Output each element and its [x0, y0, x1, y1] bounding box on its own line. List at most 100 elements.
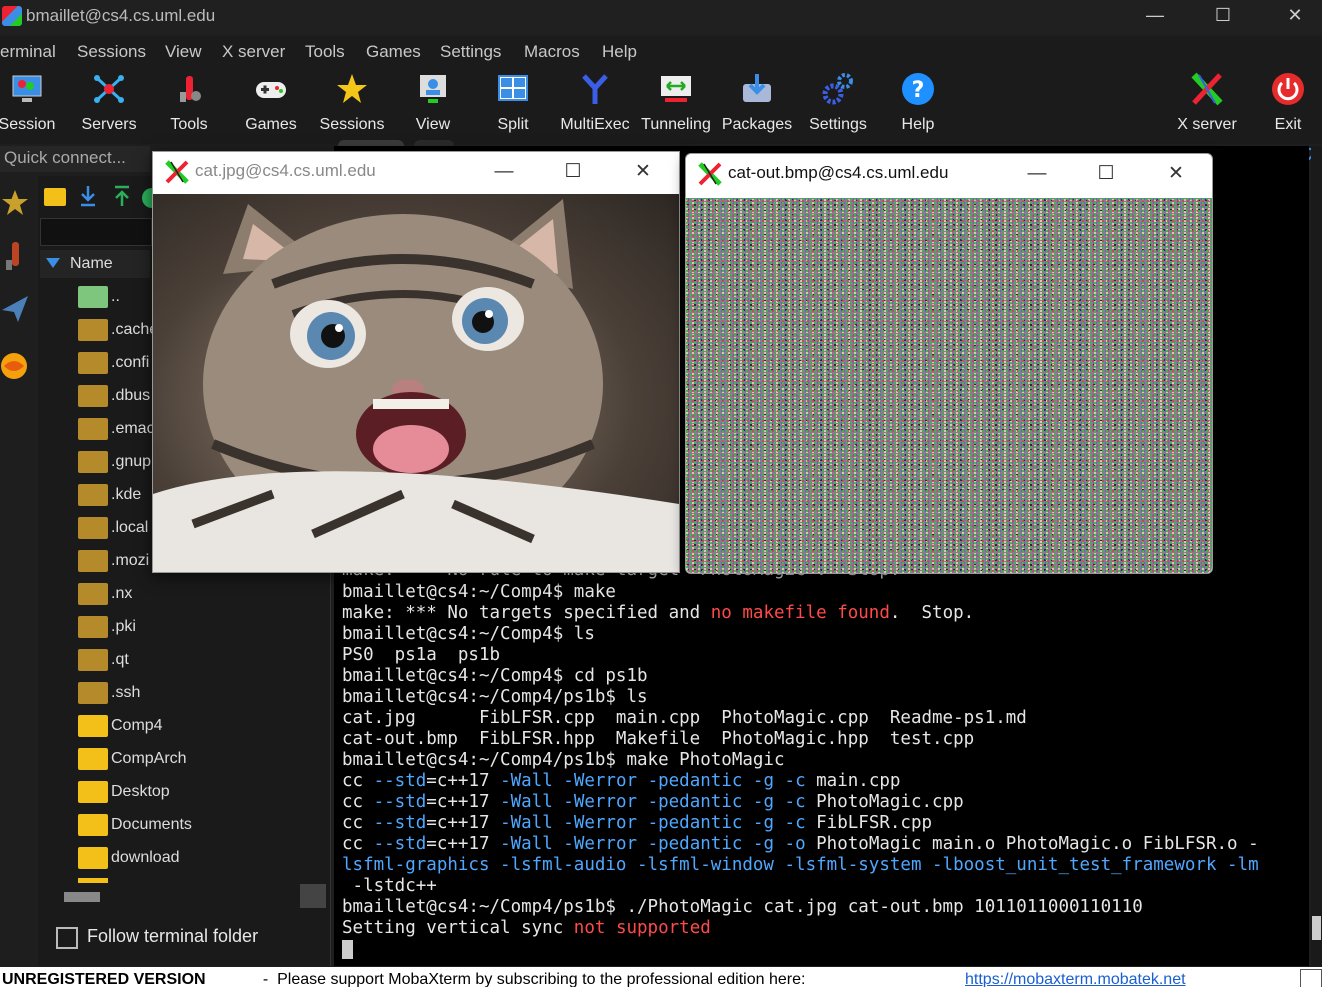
xwindow-cat-jpg[interactable]: cat.jpg@cs4.cs.uml.edu — ☐ ✕: [152, 151, 680, 573]
mobatek-link[interactable]: https://mobaxterm.mobatek.net: [965, 971, 1186, 987]
minimize-button[interactable]: —: [1132, 0, 1178, 32]
terminal-line: lsfml-graphics -lsfml-audio -lsfml-windo…: [342, 855, 1259, 875]
toolbar-tunneling-button[interactable]: Tunneling: [635, 72, 717, 134]
terminal-scrollbar[interactable]: [1311, 146, 1322, 966]
list-item[interactable]: download: [38, 843, 300, 876]
toolbar-session-button[interactable]: Session: [0, 72, 68, 134]
maximize-button[interactable]: ☐: [550, 156, 596, 188]
folder-icon: [78, 715, 108, 737]
folder-icon: [78, 748, 108, 770]
close-button[interactable]: ✕: [1153, 158, 1199, 190]
sessions-star-icon[interactable]: [0, 188, 30, 218]
list-item[interactable]: CompArch: [38, 744, 300, 777]
toolbar-sessions-button[interactable]: Sessions: [311, 72, 393, 134]
help-icon: ?: [901, 72, 935, 106]
menu-terminal[interactable]: erminal: [0, 42, 56, 62]
toolbar-tools-button[interactable]: Tools: [148, 72, 230, 134]
download-icon[interactable]: [78, 184, 98, 208]
column-header-name[interactable]: Name: [40, 250, 150, 278]
split-icon: [496, 72, 530, 106]
maximize-button[interactable]: ☐: [1200, 0, 1246, 32]
path-input[interactable]: [40, 218, 152, 246]
list-item[interactable]: .pki: [38, 612, 300, 645]
sidebar-vertical-scrollbar[interactable]: [300, 884, 326, 908]
follow-terminal-folder-checkbox[interactable]: [56, 927, 78, 949]
xwindow-cat-out-bmp[interactable]: cat-out.bmp@cs4.cs.uml.edu — ☐ ✕: [685, 153, 1213, 574]
xserver-icon: [1190, 72, 1224, 106]
sidebar-horizontal-scrollbar[interactable]: [40, 884, 298, 908]
list-item[interactable]: .gnup: [38, 447, 151, 480]
xwindow-titlebar[interactable]: cat-out.bmp@cs4.cs.uml.edu — ☐ ✕: [686, 154, 1212, 194]
upload-icon[interactable]: [112, 184, 132, 208]
multiexec-icon: [578, 72, 612, 106]
menu-tools[interactable]: Tools: [305, 42, 345, 62]
toolbar-servers-button[interactable]: Servers: [68, 72, 150, 134]
folder-icon: [78, 451, 108, 473]
terminal-line: cat-out.bmp FibLFSR.hpp Makefile PhotoMa…: [342, 729, 975, 749]
maximize-button[interactable]: ☐: [1083, 158, 1129, 190]
toolbar-split-button[interactable]: Split: [472, 72, 554, 134]
list-item[interactable]: .confi: [38, 348, 150, 381]
menu-settings[interactable]: Settings: [440, 42, 501, 62]
toolbar-xserver-button[interactable]: X server: [1166, 72, 1248, 134]
minimize-button[interactable]: —: [1014, 158, 1060, 190]
scrollbar-thumb[interactable]: [1312, 916, 1321, 940]
toolbar-view-button[interactable]: View: [392, 72, 474, 134]
menu-xserver[interactable]: X server: [222, 42, 285, 62]
list-item[interactable]: .mozi: [38, 546, 150, 579]
menu-macros[interactable]: Macros: [524, 42, 580, 62]
folder-icon: [78, 484, 108, 506]
terminal-cursor: [342, 940, 353, 959]
list-item[interactable]: .dbus: [38, 381, 150, 414]
list-item[interactable]: Documents: [38, 810, 300, 843]
close-button[interactable]: ✕: [1272, 0, 1318, 32]
support-message: - Please support MobaXterm by subscribin…: [254, 971, 815, 987]
folder-icon: [78, 352, 108, 374]
xwindow-titlebar[interactable]: cat.jpg@cs4.cs.uml.edu — ☐ ✕: [153, 152, 679, 192]
gamepad-icon: [254, 72, 288, 106]
terminal-line: -lstdc++: [342, 876, 437, 896]
toolbar-multiexec-button[interactable]: MultiExec: [554, 72, 636, 134]
toolbar-settings-button[interactable]: Settings: [797, 72, 879, 134]
power-icon: [1271, 72, 1305, 106]
parent-folder-icon[interactable]: [44, 188, 66, 206]
list-item[interactable]: .cache: [38, 315, 158, 348]
toolbar-packages-button[interactable]: Packages: [716, 72, 798, 134]
toolbar-help-button[interactable]: ? Help: [877, 72, 959, 134]
menu-games[interactable]: Games: [366, 42, 421, 62]
xwindow-title: cat-out.bmp@cs4.cs.uml.edu: [728, 163, 949, 182]
servers-icon: [92, 72, 126, 106]
list-item[interactable]: Comp4: [38, 711, 300, 744]
terminal-line: cat.jpg FibLFSR.cpp main.cpp PhotoMagic.…: [342, 708, 1027, 728]
list-item[interactable]: Desktop: [38, 777, 300, 810]
minimize-button[interactable]: —: [481, 156, 527, 188]
menu-help[interactable]: Help: [602, 42, 637, 62]
terminal-line: bmaillet@cs4:~/Comp4$ ls: [342, 624, 595, 644]
app-logo-icon: [2, 6, 22, 26]
packages-icon: [740, 72, 774, 106]
list-item[interactable]: .emac: [38, 414, 155, 447]
terminal-line: make: *** No targets specified and no ma…: [342, 603, 975, 623]
folder-icon: [78, 616, 108, 638]
macros-side-icon[interactable]: [0, 352, 28, 380]
quick-connect-input[interactable]: Quick connect...: [0, 146, 150, 172]
list-item[interactable]: .ssh: [38, 678, 300, 711]
terminal-line: bmaillet@cs4:~/Comp4$ cd ps1b: [342, 666, 648, 686]
list-item[interactable]: .nx: [38, 579, 300, 612]
list-item[interactable]: ..: [38, 282, 150, 315]
toolbar-exit-button[interactable]: Exit: [1247, 72, 1322, 134]
list-item[interactable]: .qt: [38, 645, 300, 678]
sftp-send-icon[interactable]: [0, 294, 30, 324]
folder-icon: [78, 517, 108, 539]
settings-gears-icon: [821, 72, 855, 106]
tools-side-icon[interactable]: [4, 242, 30, 272]
menu-sessions[interactable]: Sessions: [77, 42, 146, 62]
toolbar-games-button[interactable]: Games: [230, 72, 312, 134]
cat-photo: [153, 194, 679, 572]
scrollbar-thumb[interactable]: [64, 892, 100, 902]
terminal-line: cc --std=c++17 -Wall -Werror -pedantic -…: [342, 813, 933, 833]
folder-icon: [78, 847, 108, 869]
window-titlebar: bmaillet@cs4.cs.uml.edu — ☐ ✕: [0, 0, 1322, 34]
close-button[interactable]: ✕: [620, 156, 666, 188]
menu-view[interactable]: View: [165, 42, 202, 62]
